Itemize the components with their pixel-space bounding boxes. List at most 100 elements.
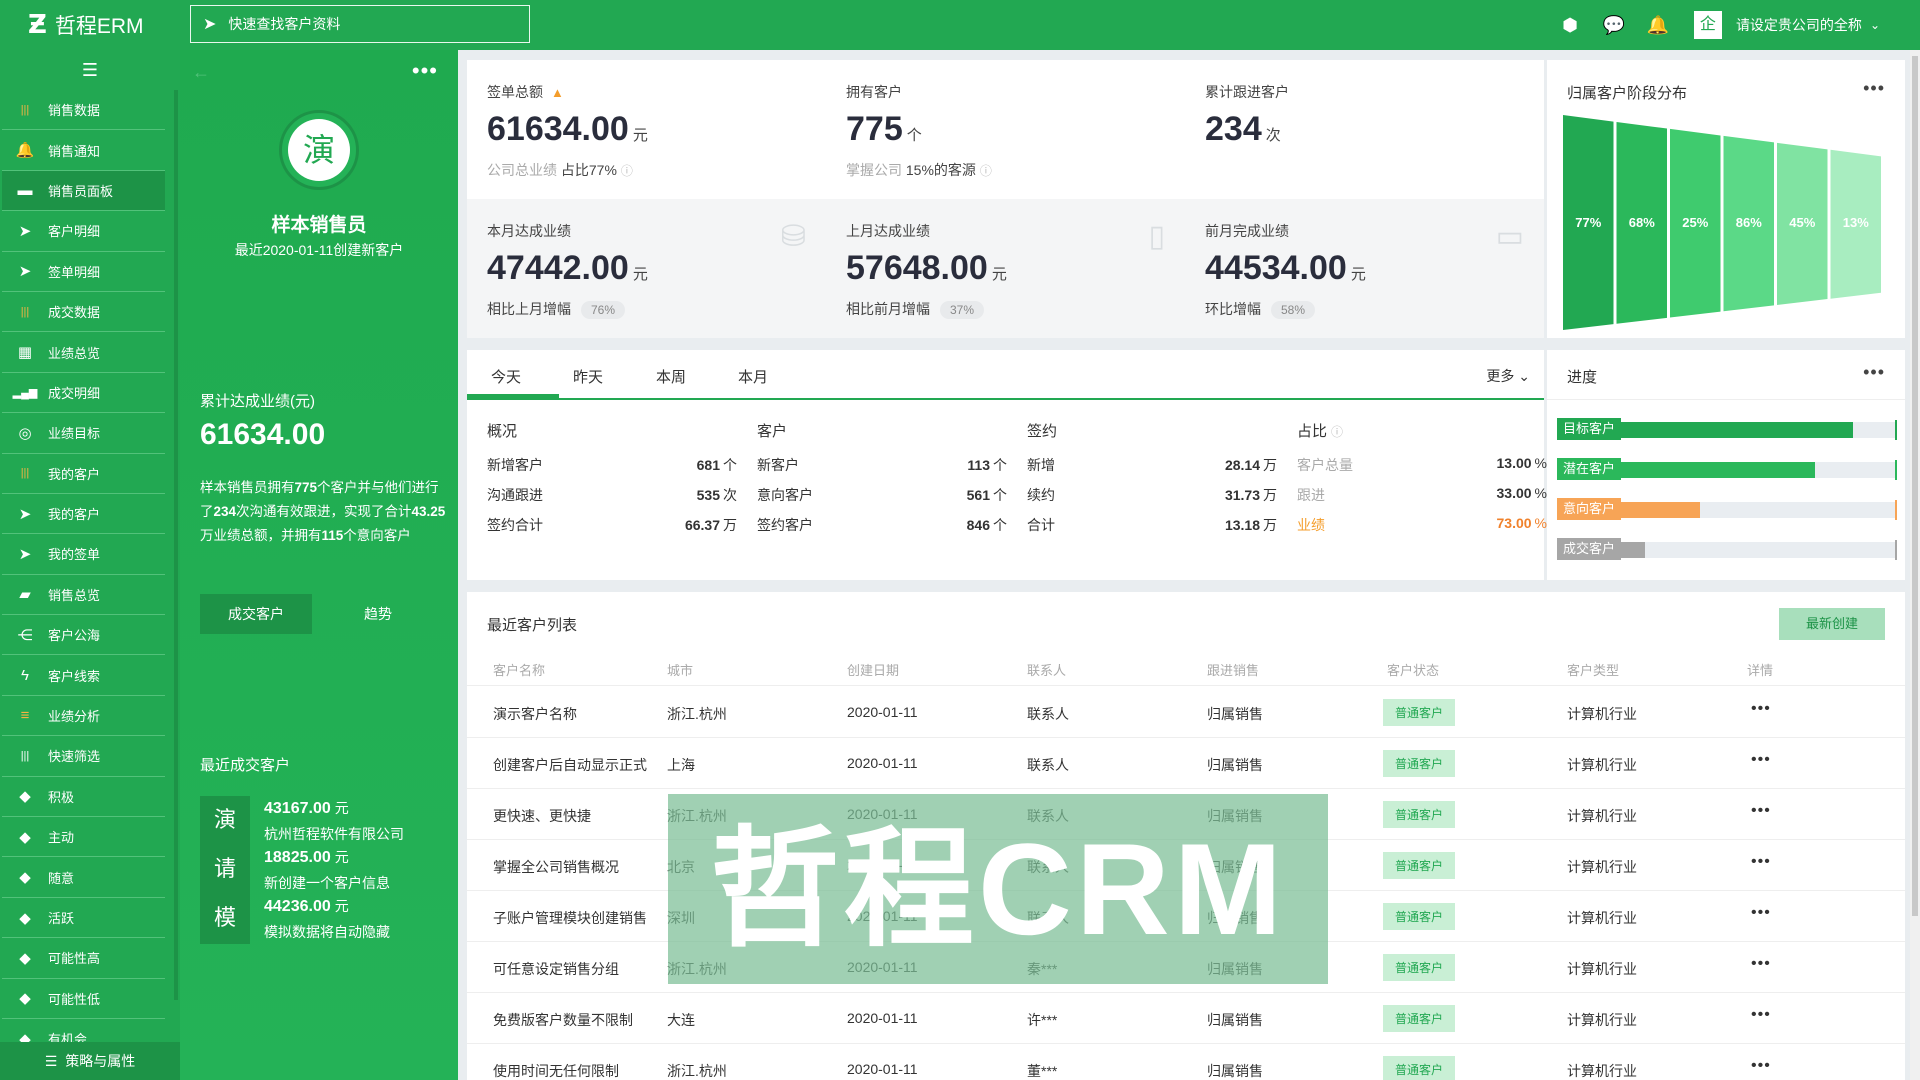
sidebar-item[interactable]: ||| 快速筛选	[2, 736, 165, 777]
sidebar-item[interactable]: ▰ 销售总览	[2, 575, 165, 616]
brand-logo[interactable]: Ƶ 哲程ERM	[0, 10, 180, 40]
sidebar-item[interactable]: ➤ 签单明细	[2, 252, 165, 292]
sidebar-item[interactable]: ➤ 我的签单	[2, 534, 165, 575]
row-details-icon[interactable]: •••	[1751, 1006, 1771, 1024]
column-header[interactable]: 城市	[667, 660, 693, 679]
menu-toggle-icon[interactable]: ☰	[0, 50, 180, 90]
salesperson-panel: ← ••• 演 样本销售员 最近2020-01-11创建新客户 累计达成业绩(元…	[180, 50, 458, 1080]
column-header[interactable]: 创建日期	[847, 660, 899, 679]
table-row[interactable]: 使用时间无任何限制 浙江.杭州 2020-01-11 董*** 归属销售 普通客户 计算机行…	[467, 1044, 1905, 1080]
sidebar-item[interactable]: ◆ 积极	[2, 777, 165, 818]
table-row[interactable]: 演示客户名称 浙江.杭州 2020-01-11 联系人 归属销售 普通客户 计算机行业 •••	[467, 687, 1905, 738]
bell-icon[interactable]: 🔔	[1636, 15, 1680, 36]
sidebar-item[interactable]: ◆ 可能性高	[2, 938, 165, 979]
sidebar-footer[interactable]: ☰ 策略与属性	[0, 1042, 180, 1080]
column-header[interactable]: 详情	[1747, 660, 1773, 679]
summary-row-unit: 个	[993, 517, 1007, 533]
help-icon[interactable]: ⓘ	[621, 164, 633, 178]
recent-deal-item[interactable]: 请 18825.00 元新创建一个客户信息	[200, 845, 450, 897]
sidebar-item[interactable]: 🔔 销售通知	[2, 130, 165, 171]
summary-row-unit: %	[1534, 455, 1547, 471]
table-cell: 计算机行业	[1567, 706, 1637, 722]
tag-icon: ◆	[19, 909, 31, 927]
row-details-icon[interactable]: •••	[1751, 700, 1771, 718]
row-details-icon[interactable]: •••	[1751, 802, 1771, 820]
sidebar-item[interactable]: ||| 成交数据	[2, 292, 165, 333]
sidebar-item[interactable]: ϟ 客户线索	[2, 655, 165, 696]
company-badge[interactable]: 企	[1693, 11, 1722, 39]
bars-icon: |||	[20, 467, 30, 480]
tab-period[interactable]: 本月	[738, 366, 768, 387]
chevron-down-icon[interactable]: ⌄	[1870, 18, 1880, 32]
tab-period[interactable]: 昨天	[573, 366, 603, 387]
sidebar-item[interactable]: ➤ 客户明细	[2, 211, 165, 252]
customer-search[interactable]: ➤ 快速查找客户资料	[190, 5, 530, 43]
column-header[interactable]: 客户状态	[1387, 660, 1439, 679]
sidebar-item[interactable]: ◆ 活跃	[2, 898, 165, 939]
row-details-icon[interactable]: •••	[1751, 955, 1771, 973]
sidebar-item[interactable]: ➤ 我的客户	[2, 494, 165, 535]
android-icon[interactable]: ⬢	[1548, 15, 1592, 36]
table-cell: 计算机行业	[1567, 808, 1637, 824]
sidebar-scrollbar[interactable]	[174, 90, 178, 1000]
stat-number: 234	[1205, 110, 1262, 148]
sidebar-item[interactable]: ◎ 业绩目标	[2, 413, 165, 454]
row-details-icon[interactable]: •••	[1751, 904, 1771, 922]
deal-company-name: 新创建一个客户信息	[264, 875, 390, 891]
recent-deal-item[interactable]: 模 44236.00 元模拟数据将自动隐藏	[200, 894, 450, 946]
row-details-icon[interactable]: •••	[1751, 751, 1771, 769]
sidebar-item[interactable]: ▬ 销售员面板	[2, 170, 165, 212]
tab-closed-customers[interactable]: 成交客户	[200, 594, 312, 634]
summary-row: 客户总量 13.00%	[1297, 455, 1547, 485]
column-header[interactable]: 联系人	[1027, 660, 1066, 679]
sidebar-item[interactable]: ▂▄▆ 成交明细	[2, 373, 165, 414]
recent-deal-item[interactable]: 演 43167.00 元杭州哲程软件有限公司	[200, 796, 450, 848]
sidebar-item[interactable]: ⋲ 客户公海	[2, 615, 165, 656]
progress-label: 意向客户	[1557, 498, 1622, 520]
more-options-icon[interactable]: •••	[1863, 362, 1885, 383]
sidebar-item[interactable]: ▦ 业绩总览	[2, 332, 165, 373]
sidebar-item-label: 积极	[48, 789, 75, 805]
stat-subtext: 相比上月增幅 76%	[487, 299, 626, 319]
table-cell: 2020-01-11	[847, 704, 918, 720]
more-options-icon[interactable]: •••	[1863, 78, 1885, 99]
help-icon[interactable]: ⓘ	[1331, 425, 1343, 439]
summary-row-unit: 万	[1263, 517, 1277, 533]
more-dropdown[interactable]: 更多 ⌄	[1486, 366, 1530, 386]
tab-trend[interactable]: 趋势	[322, 594, 434, 634]
sidebar-item[interactable]: ◆ 随意	[2, 857, 165, 898]
sidebar-item[interactable]: ◆ 主动	[2, 817, 165, 858]
stat-label: 签单总额 ▲	[487, 82, 564, 102]
newest-created-button[interactable]: 最新创建	[1779, 608, 1885, 640]
send-icon: ➤	[18, 545, 32, 563]
summary-row-unit: 次	[723, 487, 737, 503]
column-header[interactable]: 客户类型	[1567, 660, 1619, 679]
summary-row: 签约合计 66.37 万	[487, 515, 737, 545]
funnel-stage-label: 86%	[1736, 215, 1762, 230]
more-options-icon[interactable]: •••	[412, 58, 438, 84]
stat-number: 47442.00	[487, 249, 629, 287]
company-name[interactable]: 请设定贵公司的全称	[1736, 15, 1862, 35]
sidebar-item[interactable]: ||| 我的客户	[2, 454, 165, 494]
chat-icon[interactable]: 💬	[1592, 15, 1636, 36]
tab-period[interactable]: 本周	[656, 366, 686, 387]
sidebar-item[interactable]: ||| 销售数据	[2, 90, 165, 131]
sidebar-item[interactable]: ◆ 可能性低	[2, 979, 165, 1019]
sidebar-item[interactable]: ≡ 业绩分析	[2, 696, 165, 737]
row-details-icon[interactable]: •••	[1751, 853, 1771, 871]
summary-row-label: 签约客户	[757, 517, 813, 533]
table-row[interactable]: 创建客户后自动显示正式 上海 2020-01-11 联系人 归属销售 普通客户 计算机行业 •…	[467, 738, 1905, 789]
page-scrollbar[interactable]	[1910, 50, 1920, 1080]
arrow-left-icon[interactable]: ←	[192, 62, 210, 83]
table-cell: 大连	[667, 1012, 695, 1028]
row-details-icon[interactable]: •••	[1751, 1057, 1771, 1075]
column-header[interactable]: 跟进销售	[1207, 660, 1259, 679]
table-row[interactable]: 免费版客户数量不限制 大连 2020-01-11 许*** 归属销售 普通客户 计算机行业 •…	[467, 993, 1905, 1044]
tab-period[interactable]: 今天	[491, 366, 521, 387]
summary-row-value: 33.00%	[1497, 485, 1548, 501]
more-label: 更多	[1486, 368, 1515, 384]
help-icon[interactable]: ⓘ	[980, 164, 992, 178]
stat-value: 234 次	[1205, 110, 1281, 149]
scrollbar-thumb[interactable]	[1912, 56, 1918, 916]
column-header[interactable]: 客户名称	[493, 660, 545, 679]
